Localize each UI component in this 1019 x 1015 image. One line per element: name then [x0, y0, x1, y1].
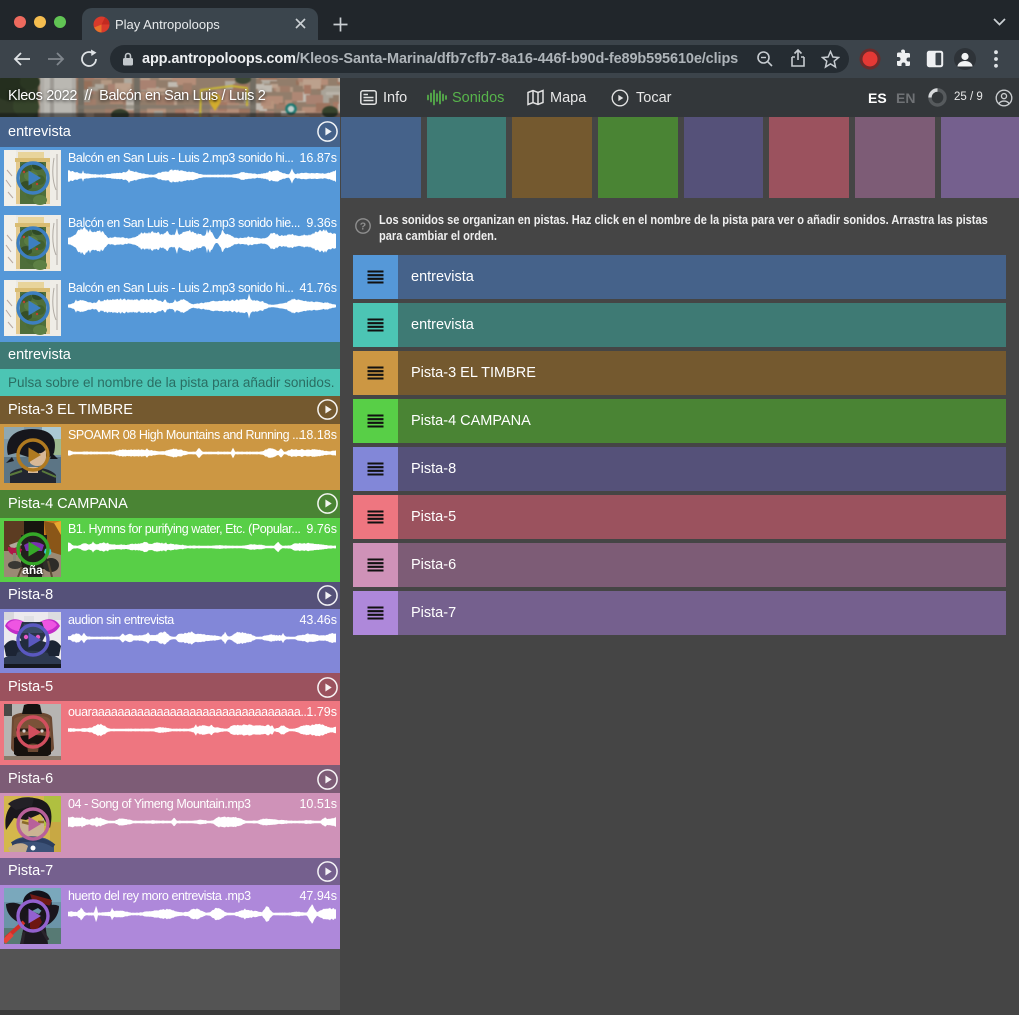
svg-text:?: ?	[360, 221, 366, 233]
